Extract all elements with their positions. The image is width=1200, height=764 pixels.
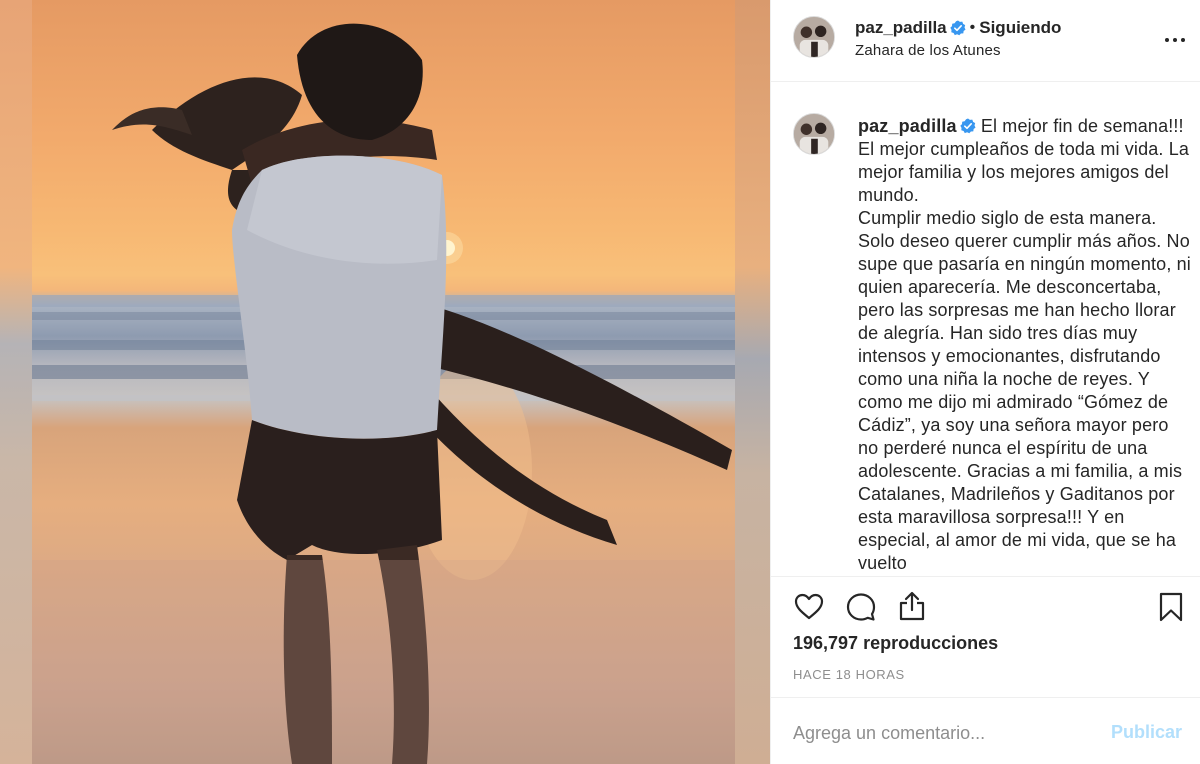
- more-options-icon[interactable]: [1163, 28, 1187, 52]
- post-video[interactable]: [32, 0, 735, 764]
- caption-text: El mejor fin de semana!!! El mejor cumpl…: [858, 116, 1191, 573]
- share-icon[interactable]: [896, 590, 928, 622]
- follow-status-button[interactable]: Siguiendo: [979, 18, 1061, 38]
- post-side-panel: paz_padilla • Siguiendo Zahara de los At…: [770, 0, 1200, 764]
- verified-badge-icon: [959, 117, 976, 134]
- comment-input[interactable]: [793, 718, 1093, 748]
- comment-bubble-icon[interactable]: [845, 591, 877, 623]
- post-timestamp[interactable]: HACE 18 HORAS: [793, 667, 905, 682]
- caption-username[interactable]: paz_padilla: [858, 116, 957, 136]
- post-header-text: paz_padilla • Siguiendo Zahara de los At…: [855, 18, 1061, 59]
- caption-text-block: paz_padilla El mejor fin de semana!!! El…: [858, 115, 1192, 575]
- caption-avatar[interactable]: [793, 113, 835, 155]
- post-media: [0, 0, 770, 764]
- verified-badge-icon: [949, 20, 966, 36]
- separator-dot: •: [969, 19, 976, 36]
- post-username[interactable]: paz_padilla: [855, 18, 947, 38]
- beach-sunset-image: [32, 23, 735, 764]
- bookmark-icon[interactable]: [1155, 591, 1187, 623]
- comment-bar: Publicar: [771, 697, 1200, 764]
- avatar[interactable]: [793, 16, 835, 58]
- heart-icon[interactable]: [793, 591, 825, 623]
- caption-section: paz_padilla El mejor fin de semana!!! El…: [771, 83, 1200, 575]
- post-actions: 196,797 reproducciones HACE 18 HORAS: [771, 576, 1200, 696]
- post-comment-button[interactable]: Publicar: [1111, 722, 1182, 743]
- views-count[interactable]: 196,797 reproducciones: [793, 633, 998, 654]
- location-link[interactable]: Zahara de los Atunes: [855, 42, 1061, 59]
- media-blurred-edge-right: [735, 0, 770, 764]
- post-header: paz_padilla • Siguiendo Zahara de los At…: [771, 0, 1200, 82]
- media-blurred-edge-left: [0, 0, 32, 764]
